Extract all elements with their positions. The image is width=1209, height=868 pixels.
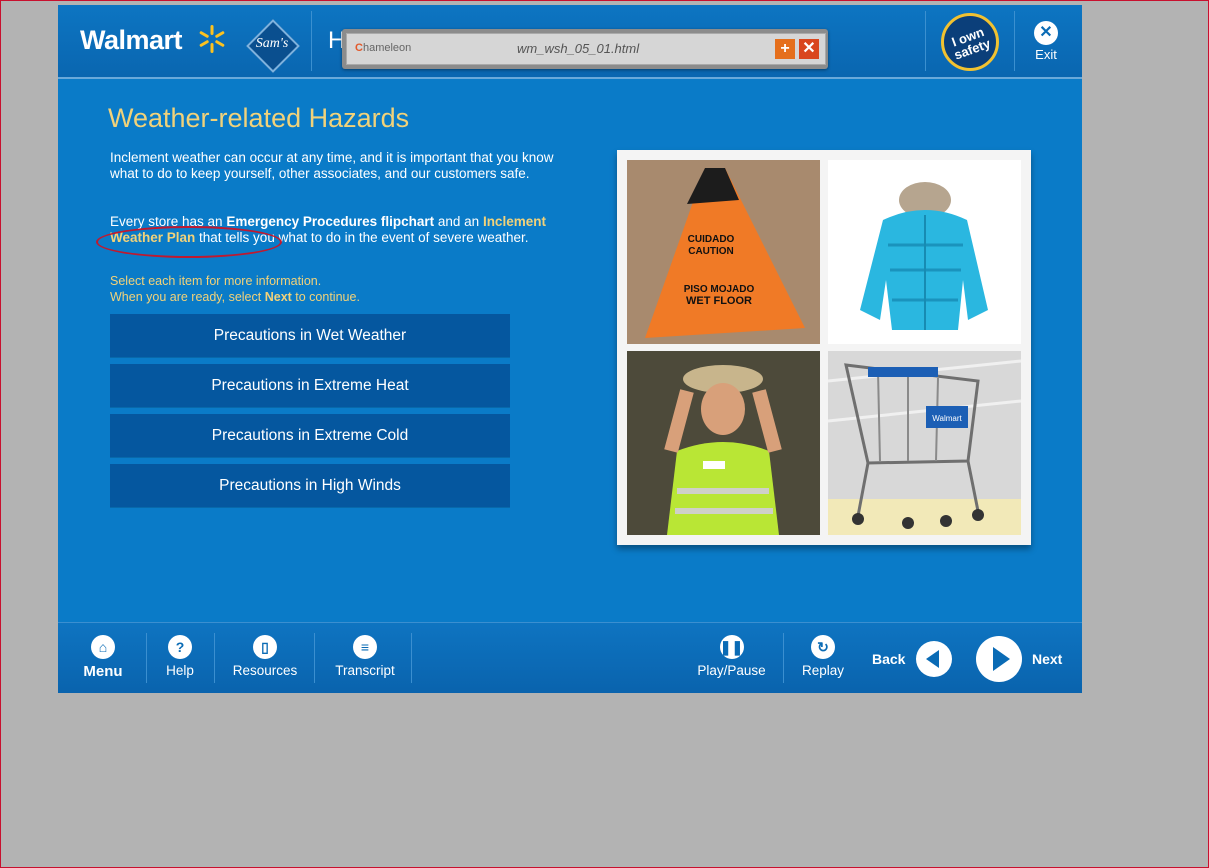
wet-floor-cone-photo: CUIDADO CAUTION PISO MOJADO WET FLOOR xyxy=(627,160,820,344)
bottom-navigation-bar: ⌂ Menu ? Help ▯ Resources ≡ Transcript ❚… xyxy=(58,622,1082,693)
resources-label: Resources xyxy=(232,663,298,678)
i-own-safety-badge: I own safety xyxy=(941,13,999,71)
close-icon[interactable]: ✕ xyxy=(799,39,819,59)
replay-label: Replay xyxy=(801,663,845,678)
nav-divider xyxy=(314,633,315,683)
add-icon[interactable]: + xyxy=(775,39,795,59)
chevron-right-icon xyxy=(993,647,1010,671)
exit-label: Exit xyxy=(1035,47,1057,62)
help-label: Help xyxy=(166,663,194,678)
walmart-spark-icon xyxy=(199,25,225,53)
replay-icon: ↻ xyxy=(811,635,835,659)
exit-button[interactable]: ✕ Exit xyxy=(1026,21,1066,62)
transcript-button[interactable]: ≡ Transcript xyxy=(330,635,400,678)
document-icon: ▯ xyxy=(253,635,277,659)
instructions: Select each item for more information. W… xyxy=(110,274,360,304)
chevron-left-icon xyxy=(926,650,939,668)
svg-text:WET FLOOR: WET FLOOR xyxy=(686,295,752,307)
header-divider xyxy=(1014,11,1015,71)
svg-text:CUIDADO: CUIDADO xyxy=(688,234,735,245)
back-button[interactable] xyxy=(916,641,952,677)
associate-safety-vest-photo xyxy=(627,351,820,535)
transcript-label: Transcript xyxy=(335,663,395,678)
play-pause-label: Play/Pause xyxy=(697,663,766,678)
shopping-cart-photo: Walmart xyxy=(828,351,1021,535)
course-player: Walmart Sam's H I own safety ✕ Exit Weat… xyxy=(58,5,1082,693)
help-icon: ? xyxy=(168,635,192,659)
filename-label: wm_wsh_05_01.html xyxy=(517,41,640,56)
chameleon-toolbar: Chameleon wm_wsh_05_01.html + ✕ xyxy=(342,29,828,69)
close-icon: ✕ xyxy=(1034,21,1058,45)
nav-divider xyxy=(783,633,784,683)
chameleon-logo: Chameleon xyxy=(355,42,412,54)
red-ellipse-annotation xyxy=(96,226,282,258)
menu-button[interactable]: ⌂ Menu xyxy=(83,635,123,680)
nav-divider xyxy=(146,633,147,683)
svg-text:PISO MOJADO: PISO MOJADO xyxy=(684,284,755,295)
walmart-logo: Walmart xyxy=(80,25,183,55)
high-winds-button[interactable]: Precautions in High Winds xyxy=(110,464,510,507)
resources-button[interactable]: ▯ Resources xyxy=(230,635,300,678)
replay-button[interactable]: ↻ Replay xyxy=(798,635,848,678)
pause-icon: ❚❚ xyxy=(719,635,744,659)
photo-collage: CUIDADO CAUTION PISO MOJADO WET FLOOR Wa… xyxy=(617,150,1031,545)
svg-text:Walmart: Walmart xyxy=(932,414,962,423)
nav-divider xyxy=(214,633,215,683)
menu-label: Menu xyxy=(83,663,123,680)
winter-jacket-photo xyxy=(828,160,1021,344)
header-divider-line xyxy=(58,77,1082,79)
home-icon: ⌂ xyxy=(91,635,115,659)
page-title: Weather-related Hazards xyxy=(108,103,410,133)
wet-weather-button[interactable]: Precautions in Wet Weather xyxy=(110,314,510,357)
header-divider xyxy=(311,11,312,71)
help-button[interactable]: ? Help xyxy=(160,635,200,678)
next-label[interactable]: Next xyxy=(1032,651,1062,667)
back-label[interactable]: Back xyxy=(872,651,905,667)
transcript-icon: ≡ xyxy=(353,635,377,659)
intro-paragraph: Inclement weather can occur at any time,… xyxy=(110,150,554,181)
nav-divider xyxy=(411,633,412,683)
chameleon-toolbar-body: Chameleon wm_wsh_05_01.html + ✕ xyxy=(346,33,826,65)
header-divider xyxy=(925,11,926,71)
next-button[interactable] xyxy=(976,636,1022,682)
extreme-heat-button[interactable]: Precautions in Extreme Heat xyxy=(110,364,510,407)
extreme-cold-button[interactable]: Precautions in Extreme Cold xyxy=(110,414,510,457)
sams-club-logo: Sam's xyxy=(246,19,300,73)
svg-text:CAUTION: CAUTION xyxy=(688,246,734,257)
play-pause-button[interactable]: ❚❚ Play/Pause xyxy=(694,635,769,678)
